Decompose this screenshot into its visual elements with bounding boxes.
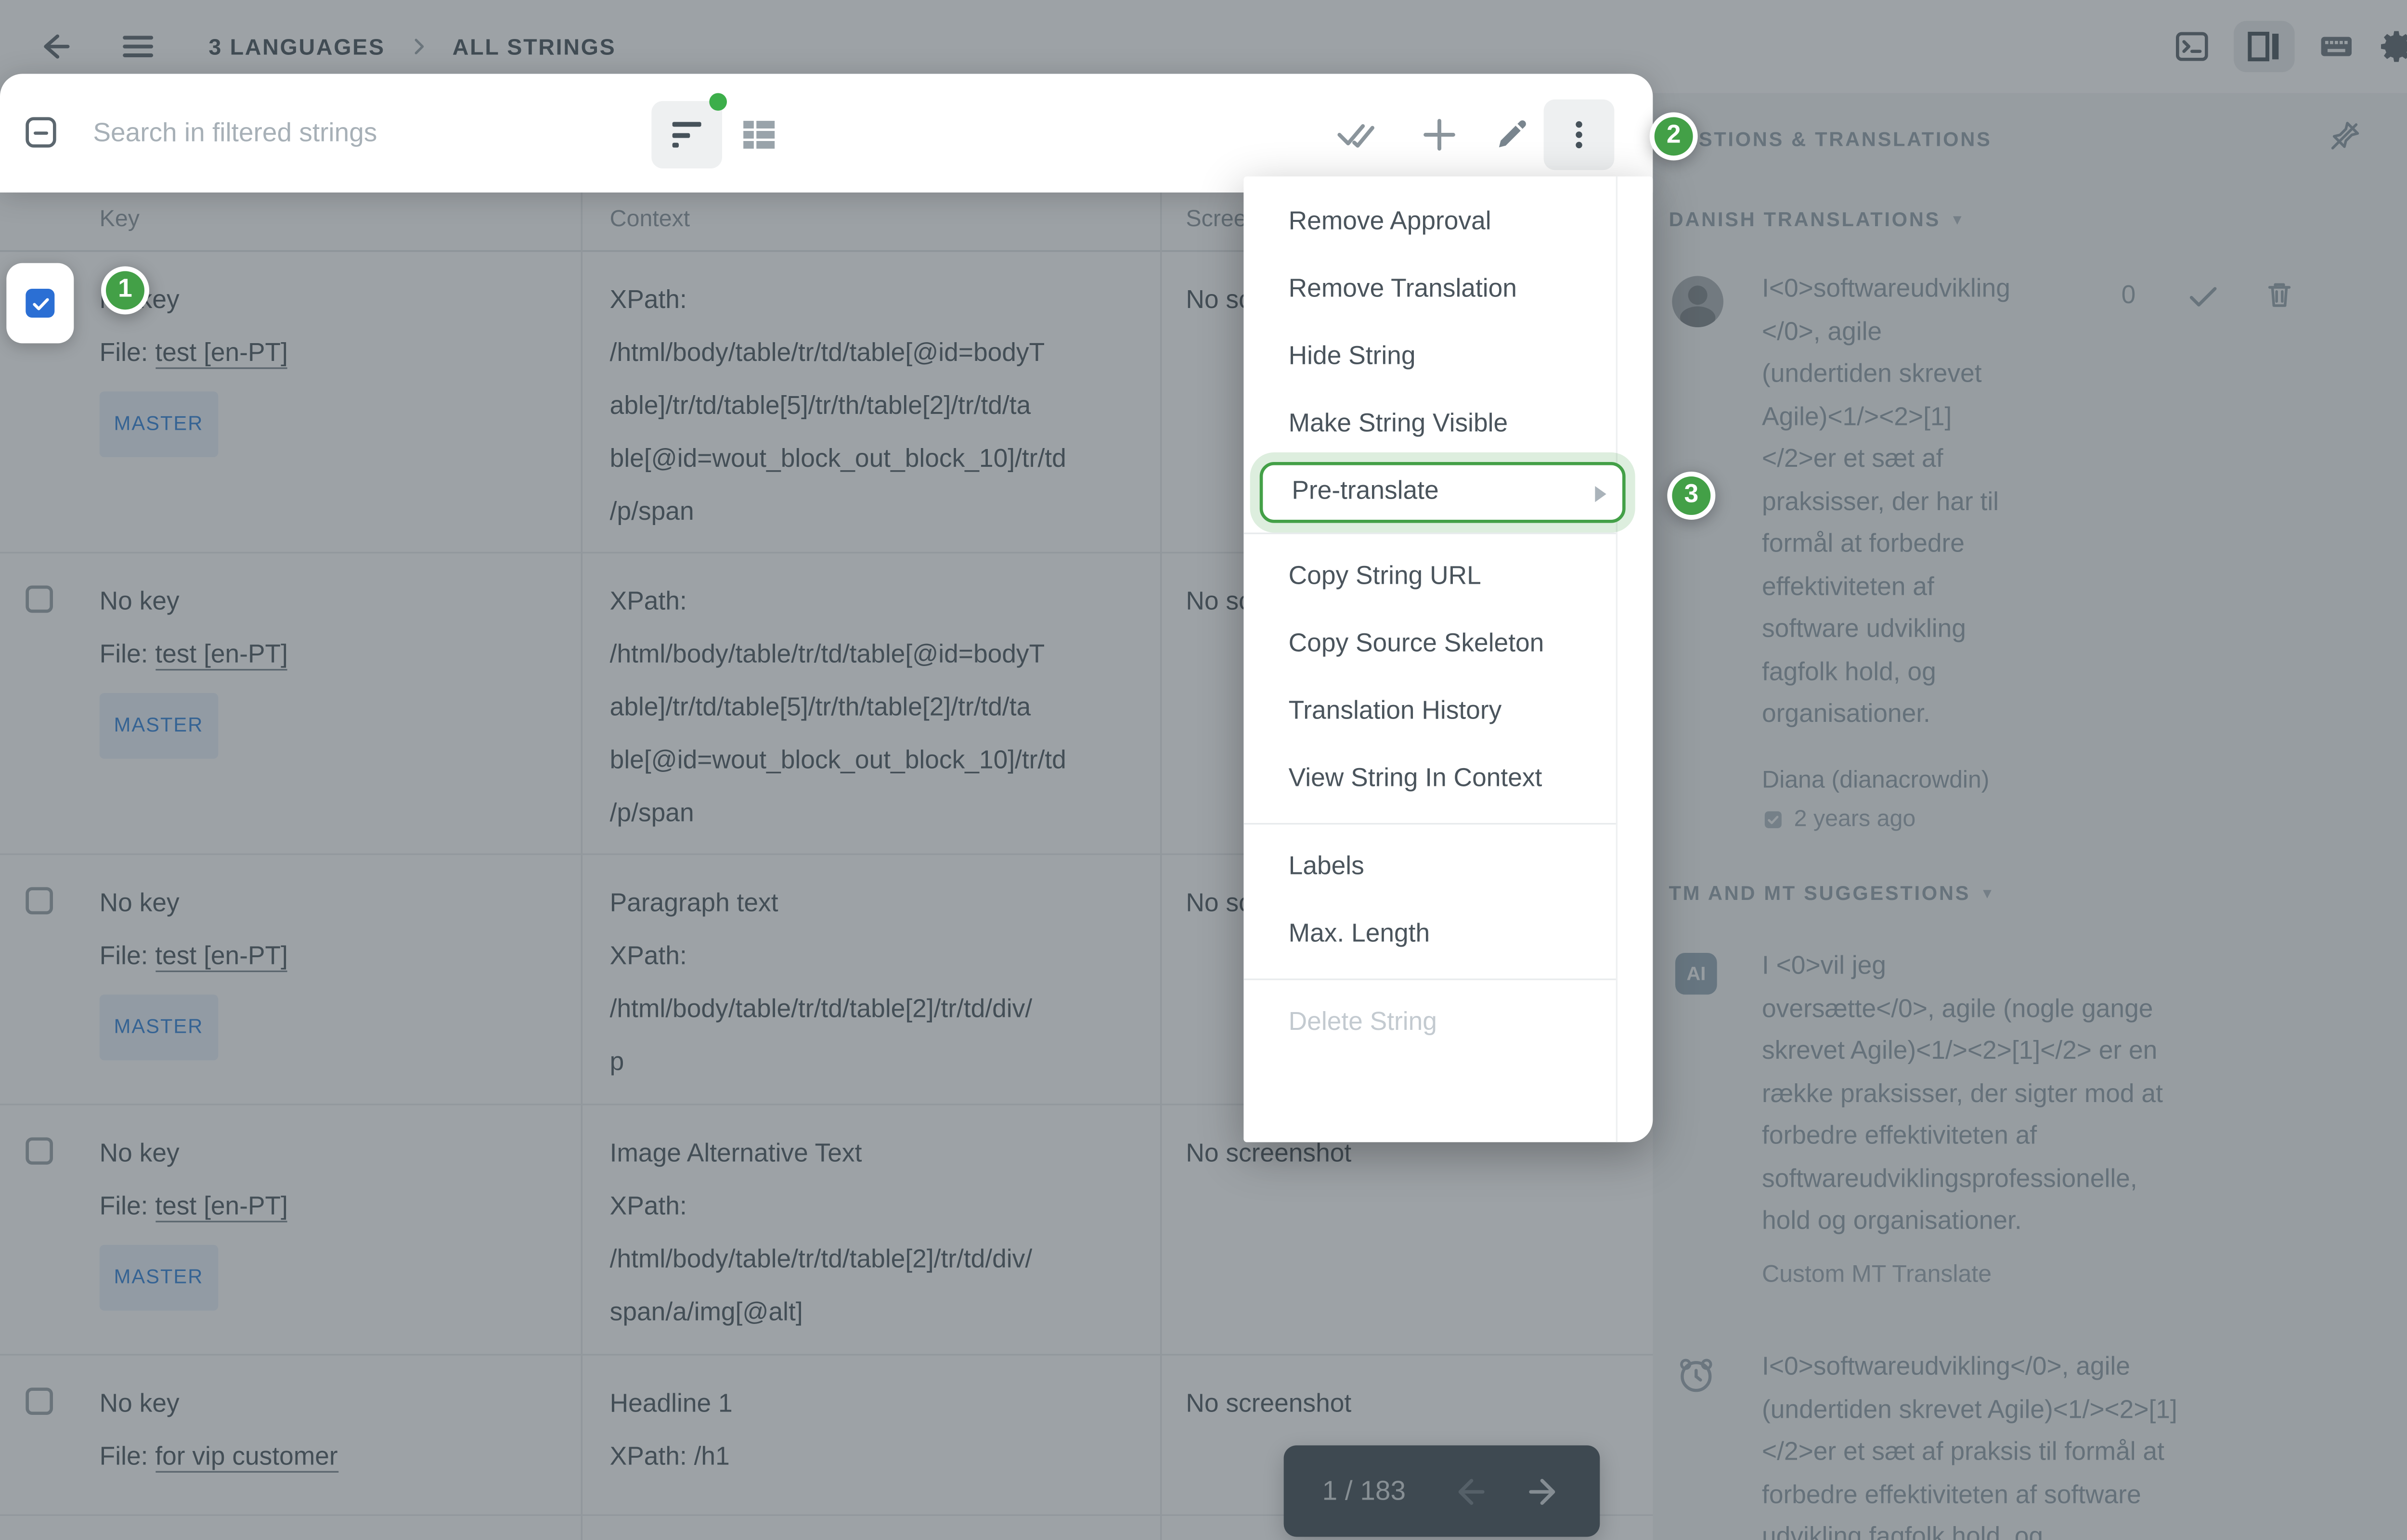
menu-separator (1243, 978, 1616, 980)
edit-string-icon[interactable] (1492, 114, 1532, 154)
menu-separator (1243, 533, 1616, 534)
menu-item-copy-source-skeleton[interactable]: Copy Source Skeleton (1243, 611, 1616, 679)
kebab-icon (1561, 117, 1596, 152)
selected-row-checkbox-highlight (6, 263, 74, 344)
filter-icon (673, 122, 701, 153)
strings-toolbar (0, 74, 1653, 192)
menu-item-translation-history[interactable]: Translation History (1243, 679, 1616, 746)
search-input[interactable] (93, 74, 622, 192)
more-actions-button[interactable] (1544, 100, 1615, 170)
menu-item-pre-translate[interactable]: Pre-translate (1260, 462, 1626, 523)
crowdin-editor: 3 LANGUAGES ALL STRINGS Key Context (0, 0, 2407, 1540)
menu-item-remove-approval[interactable]: Remove Approval (1243, 189, 1616, 257)
menu-item-delete-string: Delete String (1243, 990, 1616, 1057)
menu-item-labels[interactable]: Labels (1243, 834, 1616, 901)
pre-translate-label: Pre-translate (1292, 478, 1438, 505)
menu-item-copy-string-url[interactable]: Copy String URL (1243, 544, 1616, 611)
add-string-icon[interactable] (1419, 114, 1461, 156)
select-all-checkbox[interactable] (26, 117, 56, 147)
menu-scroll-gutter (1616, 177, 1618, 1142)
menu-item-remove-translation[interactable]: Remove Translation (1243, 257, 1616, 324)
menu-item-make-string-visible[interactable]: Make String Visible (1243, 391, 1616, 459)
filter-button[interactable] (651, 101, 722, 168)
string-actions-menu: Remove Approval Remove Translation Hide … (1243, 177, 1653, 1142)
menu-item-hide-string[interactable]: Hide String (1243, 324, 1616, 391)
approve-all-icon[interactable] (1335, 114, 1377, 156)
menu-item-view-string-in-context[interactable]: View String In Context (1243, 746, 1616, 813)
tour-step-badge-3[interactable]: 3 (1667, 472, 1715, 520)
tour-step-badge-1[interactable]: 1 (101, 266, 149, 314)
menu-item-max-length[interactable]: Max. Length (1243, 901, 1616, 969)
list-view-icon[interactable] (738, 114, 780, 156)
submenu-chevron-icon (1595, 486, 1606, 502)
filter-active-dot (709, 93, 727, 111)
tour-step-badge-2[interactable]: 2 (1650, 112, 1698, 160)
row-checkbox-checked[interactable] (26, 289, 54, 318)
tour-backdrop (0, 0, 2407, 1540)
menu-separator (1243, 823, 1616, 824)
